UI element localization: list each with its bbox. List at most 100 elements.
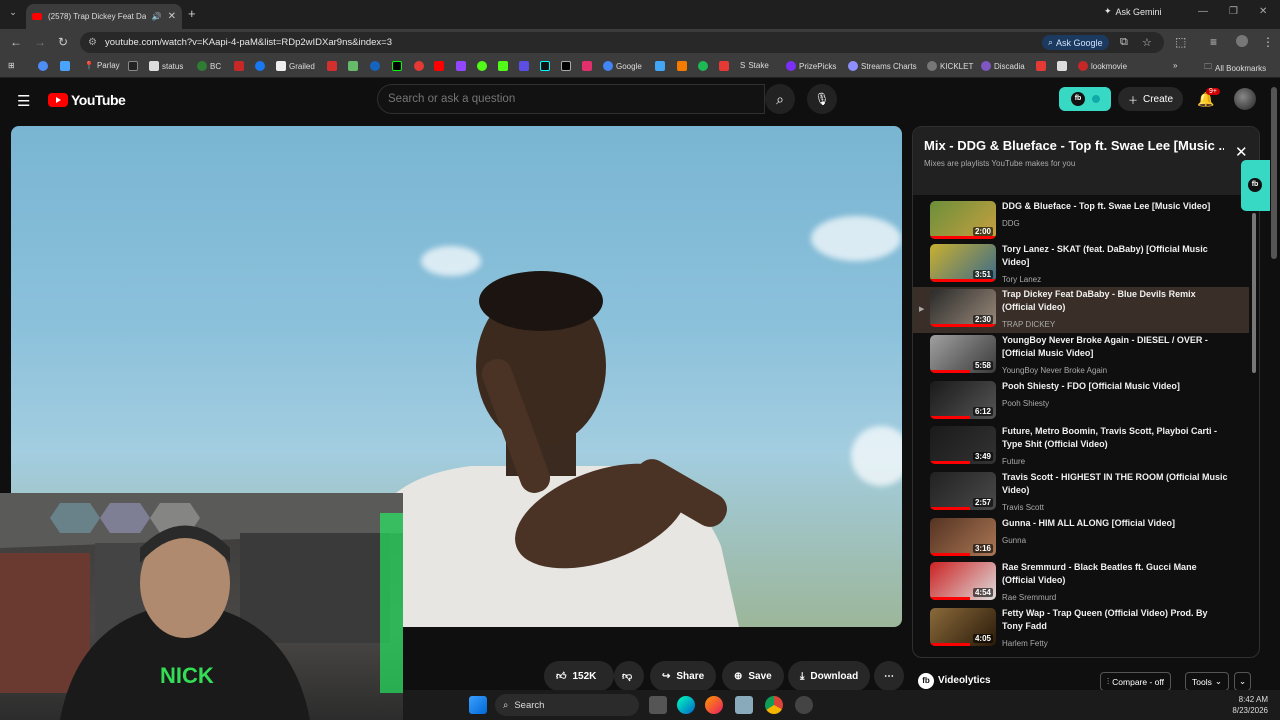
bookmark-icon-22[interactable] xyxy=(719,61,729,71)
bookmarks-overflow-icon[interactable]: » xyxy=(1173,61,1177,70)
video-channel[interactable]: Rae Sremmurd xyxy=(1002,593,1056,602)
video-thumbnail[interactable]: 4:54 xyxy=(930,562,996,600)
create-button[interactable]: ＋ Create xyxy=(1118,87,1184,111)
bookmark-bc[interactable]: BC xyxy=(197,61,221,71)
playlist-item[interactable]: 5:58 YoungBoy Never Broke Again - DIESEL … xyxy=(913,333,1249,379)
system-clock[interactable]: 8:42 AM 8/23/2026 xyxy=(1232,694,1268,716)
video-title[interactable]: Tory Lanez - SKAT (feat. DaBaby) [Offici… xyxy=(1002,243,1228,269)
ask-gemini-button[interactable]: ✦ Ask Gemini xyxy=(1104,6,1162,17)
bookmark-star-icon[interactable]: ☆ xyxy=(1142,36,1152,49)
page-scrollbar[interactable] xyxy=(1271,87,1277,259)
bookmark-icon-24[interactable] xyxy=(1057,61,1067,71)
bookmark-status[interactable]: status xyxy=(149,61,183,71)
video-channel[interactable]: Pooh Shiesty xyxy=(1002,399,1049,408)
dislike-button[interactable]: 👎︎ xyxy=(614,661,644,691)
bookmark-icon-10[interactable] xyxy=(414,61,424,71)
video-thumbnail[interactable]: 2:57 xyxy=(930,472,996,510)
youtube-logo[interactable]: YouTube xyxy=(48,92,126,108)
hamburger-menu-icon[interactable]: ☰ xyxy=(17,92,30,110)
taskbar-search[interactable]: ⌕ Search xyxy=(495,694,639,716)
bookmark-icon-8[interactable] xyxy=(370,61,380,71)
video-thumbnail[interactable]: 3:51 xyxy=(930,244,996,282)
menu-kebab-icon[interactable]: ⋮ xyxy=(1262,35,1274,49)
playlist-item[interactable]: ▶ 2:30 Trap Dickey Feat DaBaby - Blue Devi… xyxy=(913,287,1249,333)
video-thumbnail[interactable]: 5:58 xyxy=(930,335,996,373)
obs-icon[interactable] xyxy=(795,696,813,714)
playlist-item[interactable]: 3:49 Future, Metro Boomin, Travis Scott, … xyxy=(913,424,1249,470)
tools-dropdown[interactable]: Tools ⌄ xyxy=(1185,672,1229,691)
video-channel[interactable]: TRAP DICKEY xyxy=(1002,320,1055,329)
video-title[interactable]: DDG & Blueface - Top ft. Swae Lee [Music… xyxy=(1002,200,1228,213)
bookmark-icon-17[interactable] xyxy=(561,61,571,71)
video-channel[interactable]: Travis Scott xyxy=(1002,503,1044,512)
playlist-close-icon[interactable]: ✕ xyxy=(1235,143,1248,161)
like-button[interactable]: 👍︎ 152K xyxy=(544,661,614,691)
reload-icon[interactable]: ↻ xyxy=(58,35,68,49)
bookmark-icon-3[interactable] xyxy=(128,61,138,71)
new-tab-button[interactable]: + xyxy=(188,6,196,21)
speaker-icon[interactable]: 🔊 xyxy=(152,12,162,21)
compare-toggle-button[interactable]: ⫶ Compare - off xyxy=(1100,672,1171,691)
bookmark-icon-18[interactable] xyxy=(582,61,592,71)
video-channel[interactable]: Gunna xyxy=(1002,536,1026,545)
extension-side-tab[interactable]: fb xyxy=(1241,160,1270,211)
video-thumbnail[interactable]: 2:30 xyxy=(930,289,996,327)
search-input[interactable] xyxy=(378,85,764,113)
playlist-scrollbar[interactable] xyxy=(1252,213,1256,373)
video-channel[interactable]: YoungBoy Never Broke Again xyxy=(1002,366,1107,375)
playlist-item[interactable]: 4:54 Rae Sremmurd - Black Beatles ft. Guc… xyxy=(913,560,1249,606)
app-icon[interactable] xyxy=(735,696,753,714)
video-thumbnail[interactable]: 4:05 xyxy=(930,608,996,646)
video-channel[interactable]: Harlem Fetty xyxy=(1002,639,1048,648)
video-thumbnail[interactable]: 3:16 xyxy=(930,518,996,556)
bookmark-icon-2[interactable] xyxy=(60,61,70,71)
download-button[interactable]: ⤓ Download xyxy=(788,661,871,691)
bookmark-streams-charts[interactable]: Streams Charts xyxy=(848,61,917,71)
bookmark-google[interactable]: Google xyxy=(603,61,642,71)
video-title[interactable]: YoungBoy Never Broke Again - DIESEL / OV… xyxy=(1002,334,1228,360)
video-channel[interactable]: Future xyxy=(1002,457,1025,466)
chrome-icon[interactable] xyxy=(765,696,783,714)
back-icon[interactable]: ← xyxy=(10,35,22,49)
playlist-item[interactable]: 2:00 DDG & Blueface - Top ft. Swae Lee [M… xyxy=(913,199,1249,245)
playlist-item[interactable]: 4:05 Fetty Wap - Trap Queen (Official Vid… xyxy=(913,606,1249,652)
video-thumbnail[interactable]: 2:00 xyxy=(930,201,996,239)
playlist-item[interactable]: 3:51 Tory Lanez - SKAT (feat. DaBaby) [Of… xyxy=(913,242,1249,288)
bookmark-icon-20[interactable] xyxy=(677,61,687,71)
bookmark-icon-7[interactable] xyxy=(348,61,358,71)
extension-toggle[interactable]: fb xyxy=(1059,87,1111,111)
video-title[interactable]: Rae Sremmurd - Black Beatles ft. Gucci M… xyxy=(1002,561,1228,587)
share-button[interactable]: ↪ Share xyxy=(650,661,717,691)
bookmark-icon-14[interactable] xyxy=(498,61,508,71)
account-avatar[interactable] xyxy=(1234,88,1256,110)
video-title[interactable]: Trap Dickey Feat DaBaby - Blue Devils Re… xyxy=(1002,288,1228,314)
tab-search-icon[interactable]: ⌄ xyxy=(6,7,20,21)
apps-grid-icon[interactable]: ⊞ xyxy=(8,61,15,70)
bookmark-icon-12[interactable] xyxy=(456,61,466,71)
address-bar[interactable]: ⚙ youtube.com/watch?v=KAapi-4-paM&list=R… xyxy=(80,32,1164,53)
bookmark-icon-19[interactable] xyxy=(655,61,665,71)
bookmark-kicklet[interactable]: KICKLET xyxy=(927,61,973,71)
bookmark-prizepicks[interactable]: PrizePicks xyxy=(786,61,836,71)
bookmark-icon-4[interactable] xyxy=(234,61,244,71)
ask-google-button[interactable]: ⌕ Ask Google xyxy=(1042,35,1109,50)
reading-list-icon[interactable]: ≡ xyxy=(1210,35,1217,49)
windows-start-icon[interactable] xyxy=(469,696,487,714)
all-bookmarks-folder[interactable]: 🗀 All Bookmarks xyxy=(1204,61,1266,75)
bookmark-icon-5[interactable] xyxy=(255,61,265,71)
playlist-item[interactable]: 2:57 Travis Scott - HIGHEST IN THE ROOM (… xyxy=(913,470,1249,516)
video-title[interactable]: Future, Metro Boomin, Travis Scott, Play… xyxy=(1002,425,1228,451)
video-channel[interactable]: Tory Lanez xyxy=(1002,275,1041,284)
bookmark-icon-15[interactable] xyxy=(519,61,529,71)
bookmark-icon-23[interactable] xyxy=(1036,61,1046,71)
bookmark-icon-21[interactable] xyxy=(698,61,708,71)
bookmark-icon-1[interactable] xyxy=(38,61,48,71)
firefox-icon[interactable] xyxy=(705,696,723,714)
bookmark-icon-6[interactable] xyxy=(327,61,337,71)
microphone-icon[interactable]: 🎙 xyxy=(807,84,837,114)
video-thumbnail[interactable]: 6:12 xyxy=(930,381,996,419)
video-title[interactable]: Fetty Wap - Trap Queen (Official Video) … xyxy=(1002,607,1228,633)
minimize-icon[interactable]: — xyxy=(1198,6,1208,17)
restore-icon[interactable]: ❐ xyxy=(1229,6,1238,17)
forward-icon[interactable]: → xyxy=(34,35,46,49)
